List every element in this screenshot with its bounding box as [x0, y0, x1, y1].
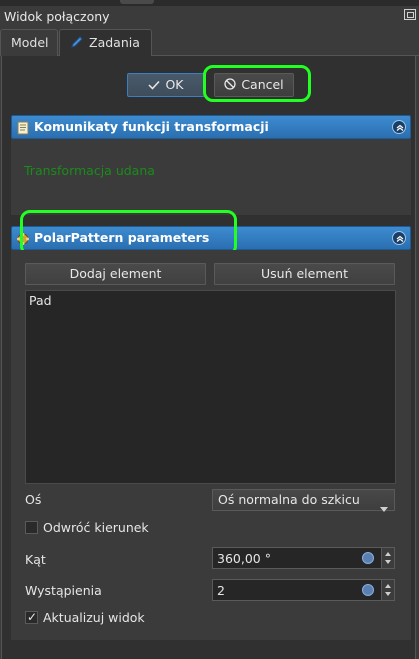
angle-spinbox[interactable]: 360,00 °	[212, 547, 395, 569]
add-feature-button[interactable]: Dodaj element	[25, 263, 206, 285]
collapse-pattern-icon[interactable]	[392, 231, 406, 245]
messages-section-title: Komunikaty funkcji transformacji	[34, 119, 269, 134]
cancel-button-label: Cancel	[241, 77, 284, 92]
float-panel-icon[interactable]	[404, 9, 416, 20]
axis-select[interactable]: Oś normalna do szkicu	[212, 489, 395, 512]
reverse-checkbox[interactable]	[25, 521, 38, 534]
tab-tasks[interactable]: Zadania	[59, 29, 152, 56]
update-view-label: Aktualizuj widok	[43, 610, 145, 625]
expression-icon[interactable]	[362, 552, 374, 564]
checkmark-icon	[148, 75, 161, 97]
tab-tasks-label: Zadania	[89, 35, 140, 50]
list-item[interactable]: Pad	[29, 293, 52, 308]
dock-tab-hint[interactable]	[120, 0, 154, 4]
reverse-label: Odwróć kierunek	[43, 520, 149, 535]
checkmark-icon: ✓	[27, 610, 38, 624]
document-icon	[16, 120, 30, 135]
feature-list[interactable]: Pad	[25, 290, 396, 484]
chevron-down-icon	[380, 498, 388, 518]
arrow-down-icon[interactable]	[385, 592, 391, 596]
angle-stepper[interactable]	[381, 548, 394, 568]
expression-icon[interactable]	[362, 584, 374, 596]
ok-button-label: OK	[165, 77, 184, 92]
occurrences-label: Wystąpienia	[25, 583, 102, 598]
angle-label: Kąt	[25, 552, 46, 567]
tab-model[interactable]: Model	[0, 29, 58, 56]
polar-pattern-icon	[16, 231, 30, 245]
arrow-up-icon[interactable]	[385, 584, 391, 588]
angle-value: 360,00 °	[217, 551, 271, 566]
occurrences-value: 2	[217, 583, 225, 598]
arrow-down-icon[interactable]	[385, 560, 391, 564]
pattern-section-title: PolarPattern parameters	[34, 230, 210, 245]
axis-select-value: Oś normalna do szkicu	[218, 492, 360, 507]
occurrences-spinbox[interactable]: 2	[212, 579, 395, 601]
messages-section-header[interactable]: Komunikaty funkcji transformacji	[11, 115, 411, 139]
pencil-icon	[70, 32, 84, 48]
panel-title: Widok połączony	[4, 9, 110, 24]
status-message: Transformacja udana	[24, 163, 155, 178]
update-view-checkbox[interactable]: ✓	[25, 610, 38, 624]
remove-feature-button[interactable]: Usuń element	[214, 263, 395, 285]
collapse-messages-icon[interactable]	[392, 120, 406, 134]
cancel-icon	[224, 75, 236, 97]
cancel-button[interactable]: Cancel	[214, 73, 294, 97]
top-strip	[0, 0, 419, 6]
occurrences-stepper[interactable]	[381, 580, 394, 600]
tab-bar: Model Zadania	[0, 29, 419, 56]
tab-model-label: Model	[11, 35, 49, 50]
pattern-section-header[interactable]: PolarPattern parameters	[11, 226, 411, 250]
axis-label: Oś	[25, 492, 42, 507]
ok-button[interactable]: OK	[127, 73, 205, 97]
arrow-up-icon[interactable]	[385, 552, 391, 556]
